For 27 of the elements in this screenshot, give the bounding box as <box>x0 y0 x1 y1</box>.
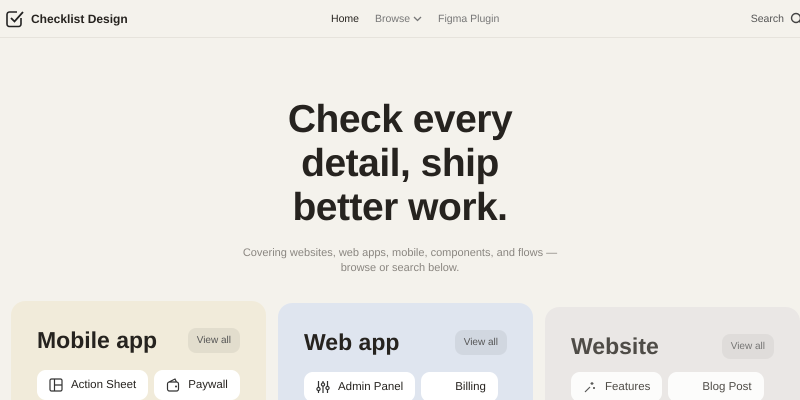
sparkle-icon <box>583 380 597 394</box>
wallet-icon <box>166 378 180 392</box>
brand-name[interactable]: Checklist Design <box>31 12 128 26</box>
category-card[interactable]: Web app View all Admin Panel Billing <box>278 303 533 400</box>
layout-icon <box>49 378 63 392</box>
chip-button[interactable]: Admin Panel <box>304 372 416 400</box>
nav-link[interactable]: Figma Plugin <box>438 12 500 24</box>
sliders-icon <box>316 380 330 394</box>
chip-button[interactable]: Billing <box>421 372 498 400</box>
card-title: Web app <box>304 329 400 356</box>
view-all-button[interactable]: View all <box>454 330 507 355</box>
view-all-button[interactable]: View all <box>188 328 240 353</box>
chip-button[interactable]: Blog Post <box>668 372 764 400</box>
card-title: Website <box>571 333 659 360</box>
card-title: Mobile app <box>37 327 158 354</box>
search-icon <box>790 12 800 26</box>
nav-link[interactable]: Browse <box>375 12 422 24</box>
category-card[interactable]: Mobile app View all Action Sheet Paywall <box>11 301 266 400</box>
category-card[interactable]: Website View all Features Blog Post <box>545 307 800 400</box>
chip-button[interactable]: Features <box>571 372 662 400</box>
search-button[interactable]: Search <box>750 12 800 26</box>
nav-link[interactable]: Home <box>331 12 360 24</box>
checkbox-logo-icon <box>6 10 24 28</box>
hero-title: Check every detail, ship better work. <box>286 98 514 230</box>
hero-subtitle: Covering websites, web apps, mobile, components, and flows — browse or search below. <box>242 246 558 276</box>
chip-button[interactable]: Action Sheet <box>37 370 148 400</box>
chip-button[interactable]: Paywall <box>154 370 240 400</box>
